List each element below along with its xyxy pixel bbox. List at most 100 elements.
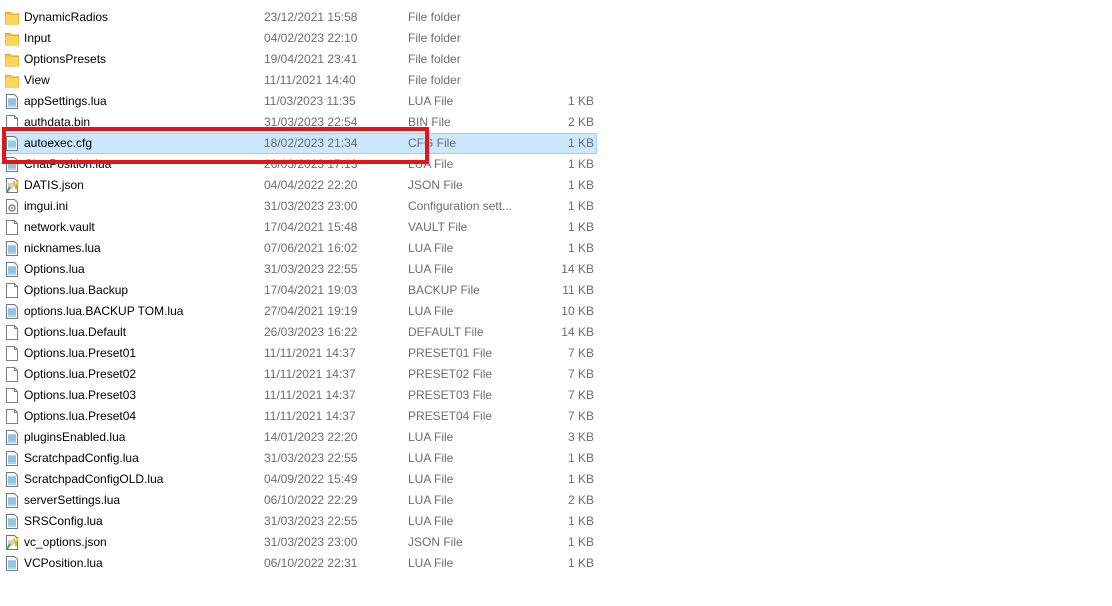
file-row[interactable]: options.lua.BACKUP TOM.lua 27/04/2021 19:… [0,301,600,322]
file-name: Options.lua.Backup [24,283,129,297]
file-type: JSON File [408,535,463,549]
file-size: 1 KB [567,178,594,192]
file-name: appSettings.lua [24,94,107,108]
blank-file-icon [5,283,19,298]
file-name: Options.lua.Default [24,325,127,339]
file-size: 1 KB [567,94,594,108]
file-type: LUA File [408,241,454,255]
file-name: Options.lua.Preset04 [24,409,137,423]
json-file-icon [5,178,19,193]
file-size: 14 KB [561,325,594,339]
folder-icon [5,73,19,88]
file-name: imgui.ini [24,199,69,213]
file-row[interactable]: autoexec.cfg 18/02/2023 21:34 CFG File 1 KB [0,133,600,154]
file-name: options.lua.BACKUP TOM.lua [24,304,184,318]
file-name: Options.lua.Preset03 [24,388,137,402]
file-row[interactable]: Options.lua.Default 26/03/2023 16:22 DEFAU… [0,322,600,343]
file-name: View [24,73,50,87]
file-row[interactable]: appSettings.lua 11/03/2023 11:35 LUA File 1… [0,91,600,112]
blank-file-icon [5,325,19,340]
file-row[interactable]: pluginsEnabled.lua 14/01/2023 22:20 LUA Fi… [0,427,600,448]
file-type: LUA File [408,430,454,444]
lua-file-icon [5,493,19,508]
file-row[interactable]: Options.lua.Preset04 11/11/2021 14:37 PRES… [0,406,600,427]
file-name: nicknames.lua [24,241,101,255]
file-row[interactable]: VCPosition.lua 06/10/2022 22:31 LUA File 1 … [0,553,600,574]
file-date-modified: 11/11/2021 14:37 [264,367,356,381]
file-row[interactable]: ScratchpadConfigOLD.lua 04/09/2022 15:49 L… [0,469,600,490]
file-name: network.vault [24,220,95,234]
blank-file-icon [5,409,19,424]
file-row[interactable]: ChatPosition.lua 26/03/2023 17:13 LUA File… [0,154,600,175]
file-row[interactable]: View 11/11/2021 14:40 File folder [0,70,600,91]
file-type: LUA File [408,556,454,570]
file-size: 1 KB [567,514,594,528]
file-type: Configuration sett... [408,199,513,213]
file-name: pluginsEnabled.lua [24,430,126,444]
file-size: 7 KB [567,388,594,402]
file-row[interactable]: Options.lua.Preset02 11/11/2021 14:37 PRES… [0,364,600,385]
file-name: DATIS.json [24,178,84,192]
file-name: serverSettings.lua [24,493,121,507]
file-size: 2 KB [567,115,594,129]
file-type: LUA File [408,493,454,507]
lua-file-icon [5,472,19,487]
file-type: JSON File [408,178,463,192]
file-row[interactable]: Options.lua 31/03/2023 22:55 LUA File 14 KB [0,259,600,280]
file-name: ScratchpadConfig.lua [24,451,139,465]
file-row[interactable]: vc_options.json 31/03/2023 23:00 JSON File… [0,532,600,553]
file-type: PRESET01 File [408,346,493,360]
file-date-modified: 11/11/2021 14:37 [264,346,356,360]
file-type: PRESET03 File [408,388,493,402]
file-name: OptionsPresets [24,52,107,66]
file-row[interactable]: Options.lua.Preset03 11/11/2021 14:37 PRES… [0,385,600,406]
file-row[interactable]: OptionsPresets 19/04/2021 23:41 File folde… [0,49,600,70]
cfg-file-icon [5,136,19,151]
file-type: LUA File [408,514,454,528]
file-size: 1 KB [567,199,594,213]
file-row[interactable]: authdata.bin 31/03/2023 22:54 BIN File 2 KB [0,112,600,133]
file-row[interactable]: SRSConfig.lua 31/03/2023 22:55 LUA File 1 K… [0,511,600,532]
file-type: PRESET04 File [408,409,493,423]
file-size: 2 KB [567,493,594,507]
file-size: 1 KB [567,451,594,465]
lua-file-icon [5,304,19,319]
file-type: File folder [408,10,461,24]
file-name: Options.lua [24,262,85,276]
file-row[interactable]: DynamicRadios 23/12/2021 15:58 File folder [0,7,600,28]
file-row[interactable]: Input 04/02/2023 22:10 File folder [0,28,600,49]
file-name: Input [24,31,51,45]
file-size: 7 KB [567,367,594,381]
file-type: PRESET02 File [408,367,493,381]
file-row[interactable]: DATIS.json 04/04/2022 22:20 JSON File 1 KB [0,175,600,196]
file-name: vc_options.json [24,535,107,549]
file-date-modified: 04/04/2022 22:20 [264,178,358,192]
file-row[interactable]: network.vault 17/04/2021 15:48 VAULT File 1… [0,217,600,238]
file-date-modified: 31/03/2023 23:00 [264,199,358,213]
file-row[interactable]: ScratchpadConfig.lua 31/03/2023 22:55 LUA … [0,448,600,469]
file-row[interactable]: Options.lua.Backup 17/04/2021 19:03 BACKUP… [0,280,600,301]
file-size: 1 KB [567,556,594,570]
lua-file-icon [5,556,19,571]
file-row[interactable]: imgui.ini 31/03/2023 23:00 Configuration s… [0,196,600,217]
folder-icon [5,31,19,46]
file-date-modified: 17/04/2021 15:48 [264,220,358,234]
lua-file-icon [5,451,19,466]
file-date-modified: 26/03/2023 17:13 [264,157,358,171]
file-type: LUA File [408,472,454,486]
file-size: 3 KB [567,430,594,444]
file-date-modified: 31/03/2023 23:00 [264,535,358,549]
file-date-modified: 31/03/2023 22:55 [264,451,358,465]
blank-file-icon [5,115,19,130]
file-date-modified: 26/03/2023 16:22 [264,325,358,339]
lua-file-icon [5,157,19,172]
file-row[interactable]: serverSettings.lua 06/10/2022 22:29 LUA Fi… [0,490,600,511]
lua-file-icon [5,262,19,277]
file-date-modified: 07/06/2021 16:02 [264,241,358,255]
file-size: 10 KB [561,304,594,318]
file-date-modified: 11/11/2021 14:40 [264,73,356,87]
file-row[interactable]: Options.lua.Preset01 11/11/2021 14:37 PRES… [0,343,600,364]
file-row[interactable]: nicknames.lua 07/06/2021 16:02 LUA File 1 K… [0,238,600,259]
file-type: LUA File [408,157,454,171]
file-size: 7 KB [567,346,594,360]
